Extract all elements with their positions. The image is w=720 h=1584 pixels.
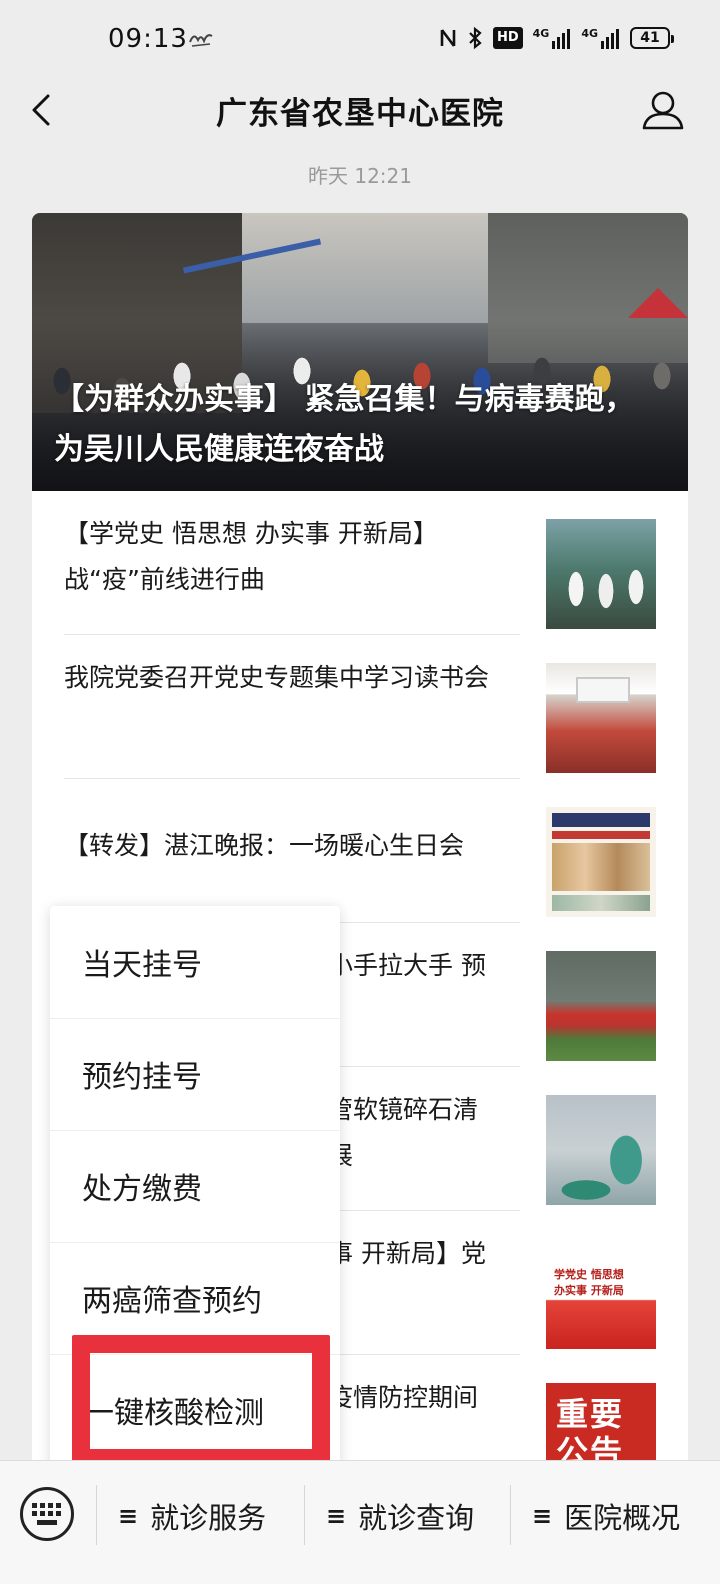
signal-strength-icon xyxy=(552,29,571,49)
thumb-band xyxy=(552,813,650,827)
news-thumbnail xyxy=(546,1095,656,1205)
menu-item-cancer-screening[interactable]: 两癌筛查预约 xyxy=(50,1242,340,1354)
menu-item-same-day-registration[interactable]: 当天挂号 xyxy=(50,906,340,1018)
news-item[interactable]: 【学党史 悟思想 办实事 开新局】 战“疫”前线进行曲 xyxy=(32,491,688,635)
status-bar: 09:13 HD 4G 4G 41 xyxy=(0,0,720,80)
network-type-1: 4G xyxy=(532,27,550,40)
menu-item-label: 当天挂号 xyxy=(82,948,202,983)
tab-label: 就诊服务 xyxy=(150,1501,267,1535)
nav-header: 广东省农垦中心医院 xyxy=(0,80,720,140)
signal-strength-icon xyxy=(601,29,619,49)
separator xyxy=(96,1485,97,1545)
keyboard-icon[interactable] xyxy=(20,1487,74,1541)
menu-item-label: 两癌筛查预约 xyxy=(82,1284,262,1319)
tab-hospital-overview[interactable]: ≡ 医院概况 xyxy=(532,1489,680,1543)
separator xyxy=(304,1485,305,1545)
thumb-band xyxy=(552,831,650,839)
tab-label: 医院概况 xyxy=(564,1501,681,1535)
news-title: 管软镜碎石清 展 xyxy=(328,1095,479,1170)
news-thumbnail: 学党史 悟思想 办实事 开新局 xyxy=(546,1239,656,1349)
menu-item-label: 处方缴费 xyxy=(82,1172,202,1207)
wechat-official-account-screen: 09:13 HD 4G 4G 41 广东省农垦中心医院 昨天 12:21 【为群… xyxy=(0,0,720,1584)
news-thumbnail xyxy=(546,663,656,773)
status-icons: HD 4G 4G 41 xyxy=(439,26,674,50)
news-thumbnail xyxy=(546,519,656,629)
hd-voice-badge: HD xyxy=(492,27,523,49)
news-title: 【学党史 悟思想 办实事 开新局】 战“疫”前线进行曲 xyxy=(64,519,438,594)
menu-item-label: 一键核酸检测 xyxy=(84,1396,264,1431)
news-item[interactable]: 【转发】湛江晚报：一场暖心生日会 xyxy=(32,779,688,923)
menu-item-label: 预约挂号 xyxy=(82,1060,202,1095)
page-title: 广东省农垦中心医院 xyxy=(216,96,504,132)
battery-indicator: 41 xyxy=(630,27,674,49)
notification-app-icon xyxy=(189,34,213,47)
news-title: 我院党委召开党史专题集中学习读书会 xyxy=(64,663,490,692)
menu-list-icon: ≡ xyxy=(326,1502,347,1530)
thumb-photo xyxy=(552,843,650,891)
bottom-menu-bar: ≡ 就诊服务 ≡ 就诊查询 ≡ 医院概况 xyxy=(0,1460,720,1584)
hero-title: 【为群众办实事】 紧急召集！与病毒赛跑，为吴川人民健康连夜奋战 xyxy=(54,382,635,467)
hero-article[interactable]: 【为群众办实事】 紧急召集！与病毒赛跑，为吴川人民健康连夜奋战 xyxy=(32,213,688,491)
news-title: 事 开新局】党 xyxy=(328,1239,486,1268)
news-title: 小手拉大手 预 xyxy=(328,951,486,980)
news-item[interactable]: 我院党委召开党史专题集中学习读书会 xyxy=(32,635,688,779)
menu-item-prescription-payment[interactable]: 处方缴费 xyxy=(50,1130,340,1242)
tab-medical-inquiry[interactable]: ≡ 就诊查询 xyxy=(326,1489,474,1543)
news-thumbnail xyxy=(546,951,656,1061)
nfc-icon xyxy=(440,29,456,47)
signal-2: 4G xyxy=(581,27,620,49)
thumb-caption: 学党史 悟思想 办实事 开新局 xyxy=(554,1268,624,1297)
status-time: 09:13 xyxy=(108,24,188,54)
signal-1: 4G xyxy=(533,27,572,49)
network-type-2: 4G xyxy=(581,27,598,40)
news-thumbnail xyxy=(546,807,656,917)
thumb-photo xyxy=(552,895,650,911)
message-timestamp: 昨天 12:21 xyxy=(308,164,412,188)
user-profile-icon[interactable] xyxy=(640,88,686,134)
tab-medical-services[interactable]: ≡ 就诊服务 xyxy=(118,1489,266,1543)
separator xyxy=(510,1485,511,1545)
service-popup-menu: 当天挂号 预约挂号 处方缴费 两癌筛查预约 一键核酸检测 xyxy=(50,906,340,1476)
news-title: 【转发】湛江晚报：一场暖心生日会 xyxy=(64,831,465,860)
menu-list-icon: ≡ xyxy=(532,1502,553,1530)
menu-item-nucleic-acid-test[interactable]: 一键核酸检测 xyxy=(50,1354,340,1466)
menu-list-icon: ≡ xyxy=(118,1502,139,1530)
news-title: 疫情防控期间 xyxy=(328,1383,479,1412)
menu-item-appointment-registration[interactable]: 预约挂号 xyxy=(50,1018,340,1130)
bluetooth-icon xyxy=(469,26,482,50)
tab-label: 就诊查询 xyxy=(358,1501,475,1535)
